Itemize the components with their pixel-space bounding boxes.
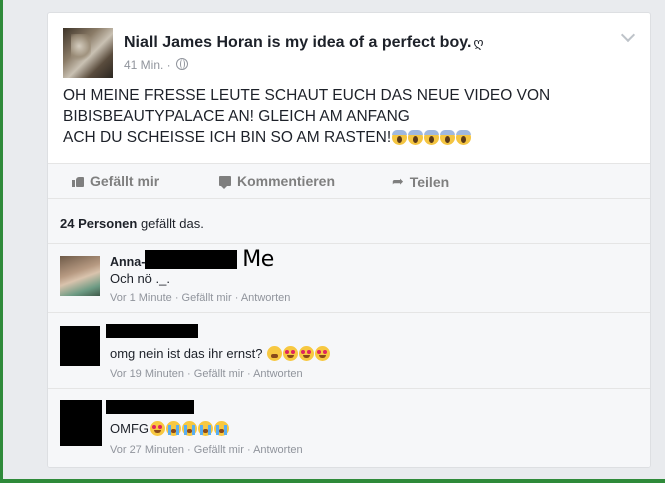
comment-button[interactable]: Kommentieren [219, 173, 335, 189]
chevron-down-icon[interactable] [620, 27, 636, 43]
sob-emoji-icon [214, 421, 229, 436]
comment-like-link[interactable]: Gefällt mir [194, 444, 244, 456]
hearteyes-emoji-icon [283, 346, 299, 361]
frame-border-bottom [0, 479, 665, 483]
redaction-bar [106, 324, 198, 338]
scream-emoji-icon [392, 130, 408, 145]
hearteyes-emoji-icon [150, 421, 165, 436]
comment-meta: Vor 1 Minute · Gefällt mir · Antworten [110, 292, 291, 304]
comment-time[interactable]: Vor 1 Minute [110, 292, 172, 304]
sob-emoji-icon [198, 421, 213, 436]
page-name-link[interactable]: Niall James Horan is my idea of a perfec… [124, 34, 484, 52]
frame-border [0, 0, 3, 483]
like-button-label: Gefällt mir [90, 173, 160, 189]
action-bar: Gefällt mir Kommentieren ➦ Teilen [48, 163, 650, 199]
comment-like-link[interactable]: Gefällt mir [194, 368, 244, 380]
comment-item: omg nein ist das ihr ernst? Vor 19 Minut… [48, 313, 650, 389]
comment-button-label: Kommentieren [237, 173, 336, 189]
comment-emoji-row [266, 346, 331, 361]
post-meta: 41 Min. · [124, 58, 189, 72]
likes-summary: 24 Personen gefällt das. [48, 199, 650, 244]
scream-emoji-icon [456, 130, 472, 145]
comment-reply-link[interactable]: Antworten [253, 444, 303, 456]
thumbs-up-icon [72, 176, 84, 187]
post-card: Niall James Horan is my idea of a perfec… [47, 12, 651, 468]
like-button[interactable]: Gefällt mir [72, 173, 159, 189]
comment-time[interactable]: Vor 27 Minuten [110, 444, 184, 456]
comment-meta: Vor 19 Minuten · Gefällt mir · Antworten [110, 368, 303, 380]
post-header: Niall James Horan is my idea of a perfec… [63, 27, 636, 78]
commenter-avatar[interactable] [60, 400, 102, 446]
share-button[interactable]: ➦ Teilen [392, 173, 449, 190]
comment-icon [219, 176, 231, 189]
comment-text-row: OMFG [110, 421, 229, 436]
scream-emoji-icon [440, 130, 456, 145]
share-button-label: Teilen [409, 173, 450, 190]
likes-suffix: gefällt das. [137, 216, 204, 231]
post-body: OH MEINE FRESSE LEUTE SCHAUT EUCH DAS NE… [63, 85, 638, 148]
comment-text: OMFG [110, 421, 149, 436]
comment-emoji-row [149, 421, 229, 436]
hearteyes-emoji-icon [299, 346, 315, 361]
hearteyes-emoji-icon [315, 346, 331, 361]
post-text-line-3: ACH DU SCHEISSE ICH BIN SO AM RASTEN! [63, 127, 638, 148]
page-name-suffix: ღ [473, 35, 484, 50]
annotation-arrow-label: <-- Me [203, 247, 274, 272]
commenter-avatar[interactable] [60, 256, 100, 296]
globe-icon [176, 58, 189, 70]
scream-emoji-icon [408, 130, 424, 145]
post-timestamp[interactable]: 41 Min. · [124, 58, 171, 72]
redaction-bar [106, 400, 194, 414]
comment-text-row: omg nein ist das ihr ernst? [110, 346, 331, 361]
sob-emoji-icon [166, 421, 181, 436]
sob-emoji-icon [182, 421, 197, 436]
comment-like-link[interactable]: Gefällt mir [182, 292, 232, 304]
comment-reply-link[interactable]: Antworten [253, 368, 303, 380]
scream-emoji-icon [424, 130, 440, 145]
comment-text: omg nein ist das ihr ernst? [110, 346, 263, 361]
likes-count-link[interactable]: 24 Personen [60, 216, 137, 231]
comment-item: OMFG Vor 27 Minuten · Gefällt mir · Antw… [48, 389, 650, 467]
comment-reply-link[interactable]: Antworten [241, 292, 291, 304]
post-text-line-1: OH MEINE FRESSE LEUTE SCHAUT EUCH DAS NE… [63, 87, 551, 104]
comment-time[interactable]: Vor 19 Minuten [110, 368, 184, 380]
tired-emoji-icon [267, 346, 283, 361]
commenter-avatar[interactable] [60, 326, 100, 366]
post-emoji-row [391, 129, 472, 146]
commenter-name[interactable]: Anna- [110, 255, 145, 269]
comment-meta: Vor 27 Minuten · Gefällt mir · Antworten [110, 444, 303, 456]
share-icon: ➦ [392, 173, 404, 189]
post-text-line-2: BIBISBEAUTYPALACE AN! GLEICH AM ANFANG [63, 108, 410, 125]
comment-item: Anna- Och nö ._. Vor 1 Minute · Gefällt … [48, 244, 650, 313]
comment-text: Och nö ._. [110, 271, 170, 286]
page-avatar[interactable] [63, 28, 113, 78]
post-text-line-3-text: ACH DU SCHEISSE ICH BIN SO AM RASTEN! [63, 129, 392, 146]
